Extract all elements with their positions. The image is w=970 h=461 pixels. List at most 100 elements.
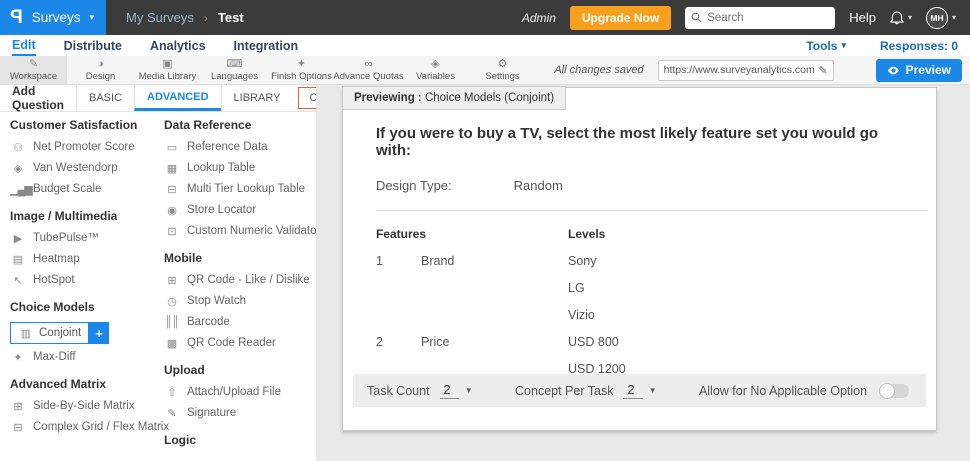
- sidebar-item-complex-grid[interactable]: ⊟ Complex Grid / Flex Matrix: [10, 420, 169, 434]
- chevron-down-icon: ▾: [650, 385, 655, 395]
- sidebar-item-attach-upload-file[interactable]: ⇧ Attach/Upload File: [164, 385, 316, 399]
- question-text: If you were to buy a TV, select the most…: [376, 125, 879, 159]
- sidebar-item-budget-scale[interactable]: ▁▄▆ Budget Scale: [10, 182, 158, 196]
- sidebar-item-heatmap[interactable]: ▤ Heatmap: [10, 252, 158, 266]
- notifications-menu[interactable]: ▾: [890, 10, 912, 25]
- nav-right: Tools ▾ Responses: 0: [806, 39, 958, 53]
- survey-url-box: ✎: [657, 59, 834, 81]
- sidebar-column-1: Customer Satisfaction ⚇ Net Promoter Sco…: [10, 118, 169, 447]
- surveys-menu[interactable]: P Surveys ▾: [0, 0, 106, 35]
- search-input[interactable]: [707, 11, 818, 24]
- sidebar-item-net-promoter-score[interactable]: ⚇ Net Promoter Score: [10, 140, 158, 154]
- media-library-icon: ▣: [162, 57, 173, 70]
- task-count-dropdown[interactable]: 2 ▾: [439, 383, 472, 399]
- tab-basic[interactable]: BASIC: [76, 85, 134, 111]
- item-label: Complex Grid / Flex Matrix: [33, 421, 170, 433]
- sidebar-item-custom-numeric-validator[interactable]: ⊡ Custom Numeric Validator: [164, 224, 316, 238]
- bell-icon: [890, 11, 904, 25]
- section-title: Logic: [164, 433, 196, 447]
- sidebar-item-van-westendorp[interactable]: ◈ Van Westendorp: [10, 161, 158, 175]
- toolbar-label: Media Library: [138, 70, 197, 82]
- section-title: Customer Satisfaction: [10, 118, 138, 132]
- breadcrumb-survey-title[interactable]: Test: [218, 10, 244, 25]
- section-upload: Upload ⇧ Attach/Upload File ✎ Signature: [164, 363, 316, 420]
- sidebar-item-barcode[interactable]: ║║ Barcode: [164, 315, 316, 329]
- sidebar-item-hotspot[interactable]: ↖ HotSpot: [10, 273, 158, 287]
- tab-integration[interactable]: Integration: [234, 35, 299, 56]
- task-count-value: 2: [439, 383, 460, 399]
- cursor-icon: ↖: [13, 274, 22, 287]
- workspace-icon: ✎: [28, 57, 39, 70]
- sidebar-item-qr-code-reader[interactable]: ▩ QR Code Reader: [164, 336, 316, 350]
- sidebar-item-store-locator[interactable]: ◉ Store Locator: [164, 203, 316, 217]
- barcode-icon: ║║: [164, 316, 180, 328]
- item-label: Heatmap: [33, 253, 80, 265]
- section-title: Upload: [164, 363, 205, 377]
- search-box: [685, 6, 836, 29]
- item-label: Signature: [187, 407, 237, 419]
- tab-analytics[interactable]: Analytics: [150, 35, 206, 56]
- survey-url-input[interactable]: [663, 64, 816, 76]
- level-value: Sony: [568, 253, 597, 268]
- tools-dropdown[interactable]: Tools ▾: [806, 39, 846, 53]
- item-label: Net Promoter Score: [33, 141, 135, 153]
- toolbar-label: Finish Options: [271, 70, 332, 82]
- concept-per-task-dropdown[interactable]: 2 ▾: [623, 383, 655, 399]
- map-pin-icon: ◉: [167, 204, 177, 217]
- sidebar-item-qr-like-dislike[interactable]: ⊞ QR Code - Like / Dislike: [164, 273, 316, 287]
- tab-library[interactable]: LIBRARY: [220, 85, 293, 111]
- sidebar-item-tubepulse[interactable]: ▶ TubePulse™: [10, 231, 158, 245]
- tools-label: Tools: [806, 38, 838, 53]
- reference-data-icon: ▭: [166, 141, 177, 154]
- toolbar-label: Workspace: [9, 70, 58, 82]
- help-link[interactable]: Help: [849, 10, 876, 25]
- item-label: TubePulse™: [33, 232, 100, 244]
- breadcrumb-my-surveys[interactable]: My Surveys: [126, 10, 194, 25]
- item-label: Lookup Table: [187, 162, 256, 174]
- tab-distribute[interactable]: Distribute: [64, 35, 122, 56]
- toolbar-variables[interactable]: ◈ Variables: [402, 56, 469, 84]
- section-title: Mobile: [164, 251, 202, 265]
- tab-edit[interactable]: Edit: [12, 35, 36, 56]
- toolbar-design[interactable]: ◑ Design: [67, 56, 134, 84]
- avatar: MH: [925, 6, 948, 29]
- sidebar-item-stop-watch[interactable]: ◷ Stop Watch: [164, 294, 316, 308]
- editor-toolbar: ✎ Workspace ◑ Design ▣ Media Library ⌨ L…: [0, 56, 970, 85]
- image-frame-icon: ▤: [12, 253, 23, 266]
- preview-button[interactable]: Preview: [875, 58, 962, 82]
- toolbar-label: Languages: [210, 70, 259, 82]
- upload-icon: ⇧: [167, 386, 176, 399]
- section-choice-models: Choice Models ▥ Conjoint + ✦ Max-Diff: [10, 300, 158, 364]
- sidebar-item-multi-tier-lookup-table[interactable]: ⊟ Multi Tier Lookup Table: [164, 182, 316, 196]
- no-applicable-option-toggle[interactable]: [879, 382, 910, 399]
- sidebar-item-lookup-table[interactable]: ▦ Lookup Table: [164, 161, 316, 175]
- tab-advanced[interactable]: ADVANCED: [134, 85, 221, 111]
- toolbar-languages[interactable]: ⌨ Languages: [201, 56, 268, 84]
- toolbar-settings[interactable]: ⚙ Settings: [469, 56, 536, 84]
- conjoint-box[interactable]: ▥ Conjoint: [10, 322, 90, 344]
- upgrade-now-button[interactable]: Upgrade Now: [569, 5, 672, 30]
- features-header: Features: [376, 226, 427, 241]
- account-menu[interactable]: MH ▾: [925, 6, 956, 29]
- video-play-icon: ▶: [13, 232, 22, 245]
- toolbar-finish-options[interactable]: ✦ Finish Options: [268, 56, 335, 84]
- table-header-row: Features Levels: [376, 220, 928, 247]
- topbar-right: Admin Upgrade Now Help ▾ MH ▾: [522, 5, 970, 30]
- toolbar-workspace[interactable]: ✎ Workspace: [0, 56, 67, 84]
- sidebar-item-reference-data[interactable]: ▭ Reference Data: [164, 140, 316, 154]
- sidebar-item-signature[interactable]: ✎ Signature: [164, 406, 316, 420]
- chevron-down-icon: ▾: [466, 385, 472, 395]
- edit-url-pencil-icon[interactable]: ✎: [818, 64, 827, 77]
- add-conjoint-button[interactable]: +: [89, 322, 110, 344]
- bar-chart-icon: ▁▄▆: [10, 183, 33, 196]
- concept-per-task-label: Concept Per Task: [515, 383, 614, 398]
- sidebar-item-conjoint-selected[interactable]: ▥ Conjoint +: [10, 322, 110, 344]
- toolbar-media-library[interactable]: ▣ Media Library: [134, 56, 201, 84]
- toolbar-label: Settings: [485, 70, 520, 82]
- responses-count[interactable]: Responses: 0: [880, 39, 958, 53]
- sidebar-item-side-by-side-matrix[interactable]: ⊞ Side-By-Side Matrix: [10, 399, 158, 413]
- design-type-value: Random: [513, 178, 563, 193]
- sidebar-item-max-diff[interactable]: ✦ Max-Diff: [10, 350, 158, 364]
- net-promoter-score-icon: ⚇: [13, 141, 23, 154]
- toolbar-advance-quotas[interactable]: ∞ Advance Quotas: [333, 56, 403, 84]
